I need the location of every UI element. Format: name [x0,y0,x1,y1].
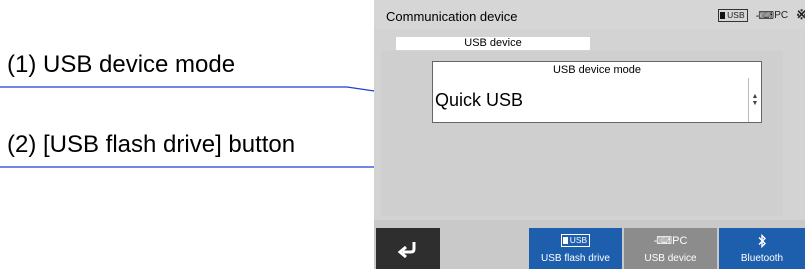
spinner-arrows-icon[interactable]: ▲ ▼ [748,78,761,122]
usb-flash-drive-label: USB flash drive [541,253,610,264]
usb-flash-drive-icon: USB [529,234,622,247]
back-button[interactable] [376,228,440,269]
bluetooth-status-icon: ※ [796,7,805,23]
usb-device-mode-select[interactable]: Quick USB ▲ ▼ [432,78,762,123]
title-bar: Communication device USB -⌨ PC ※ [374,0,805,29]
bluetooth-button[interactable]: Bluetooth [719,228,805,269]
usb-device-label: USB device [644,253,697,264]
pc-status-icon: -⌨ PC [755,9,789,22]
device-screen: Communication device USB -⌨ PC ※ USB dev… [374,0,805,269]
return-arrow-icon [397,241,416,258]
callout-usb-device-mode: (1) USB device mode [7,51,236,78]
bottom-bar: USB USB flash drive -⌨ PC USB device Blu… [374,220,805,269]
status-icons: USB -⌨ PC ※ [718,7,805,23]
bluetooth-label: Bluetooth [740,253,784,264]
usb-device-mode-label: USB device mode [432,61,762,79]
bluetooth-icon [719,233,805,248]
callout-line-mode [0,86,430,102]
callout-usb-flash-drive-button: (2) [USB flash drive] button [7,131,296,158]
screen-title: Communication device [386,9,518,24]
usb-device-mode-value: Quick USB [435,90,524,110]
section-title: USB device [396,37,590,50]
content-area: USB device [374,29,805,220]
usb-flash-drive-button[interactable]: USB USB flash drive [529,228,622,269]
usb-device-button[interactable]: -⌨ PC USB device [624,228,717,269]
usb-status-icon: USB [718,8,748,22]
usb-pc-icon: -⌨ PC [653,234,688,248]
